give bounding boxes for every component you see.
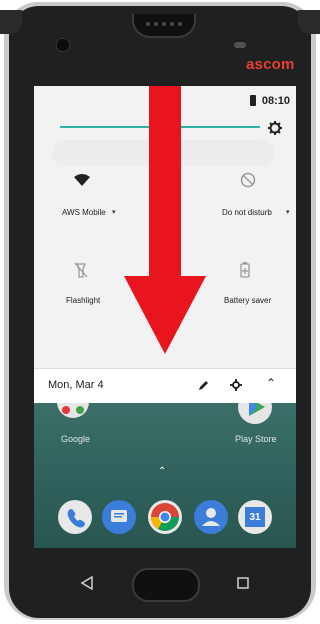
tile-battery-saver[interactable]: Battery saver <box>218 258 296 318</box>
tile-label: Battery saver <box>224 296 272 305</box>
chevron-up-icon[interactable]: ⌃ <box>266 376 276 390</box>
app-label: Play Store <box>235 434 277 444</box>
recents-icon[interactable] <box>236 576 250 590</box>
battery-icon <box>250 95 256 106</box>
chrome-app-icon[interactable] <box>148 500 182 534</box>
tile-dnd[interactable]: Do not disturb ▾ <box>214 168 296 228</box>
gear-icon[interactable] <box>268 121 282 135</box>
calendar-day: 31 <box>245 507 265 527</box>
status-time: 08:10 <box>261 95 290 107</box>
messages-app-icon[interactable] <box>102 500 136 534</box>
contacts-app-icon[interactable] <box>194 500 228 534</box>
chevron-down-icon: ▾ <box>286 209 290 216</box>
wifi-icon <box>74 174 90 186</box>
phone-app-icon[interactable] <box>58 500 92 534</box>
swipe-arrow-shaft <box>149 86 181 282</box>
shade-footer: Mon, Mar 4 ⌃ <box>34 368 296 403</box>
flashlight-icon <box>74 262 88 278</box>
phone-bumper <box>298 10 320 34</box>
gear-icon[interactable] <box>230 379 242 391</box>
app-label: Google <box>61 434 91 444</box>
dnd-icon <box>240 172 256 188</box>
swipe-down-arrow-icon <box>124 276 206 354</box>
tile-label: AWS Mobile <box>62 208 106 217</box>
front-camera <box>56 38 70 52</box>
battery-saver-icon <box>240 262 250 278</box>
home-button[interactable] <box>132 568 200 602</box>
earpiece <box>132 14 196 38</box>
chevron-up-icon[interactable]: ⌃ <box>158 466 166 477</box>
screen: Google Play Store ⌃ 31 08:10 AWS Mobile … <box>34 86 296 548</box>
brand-logo: ascom <box>246 56 295 73</box>
back-icon[interactable] <box>80 576 94 590</box>
pencil-icon[interactable] <box>198 379 210 391</box>
chevron-down-icon: ▾ <box>112 209 116 216</box>
tile-label: Flashlight <box>66 296 101 305</box>
tile-label: Do not disturb <box>222 208 272 217</box>
calendar-app-icon[interactable]: 31 <box>238 500 272 534</box>
date-label: Mon, Mar 4 <box>48 379 104 391</box>
tile-wifi[interactable]: AWS Mobile ▾ <box>54 168 136 228</box>
sensor <box>234 42 246 48</box>
